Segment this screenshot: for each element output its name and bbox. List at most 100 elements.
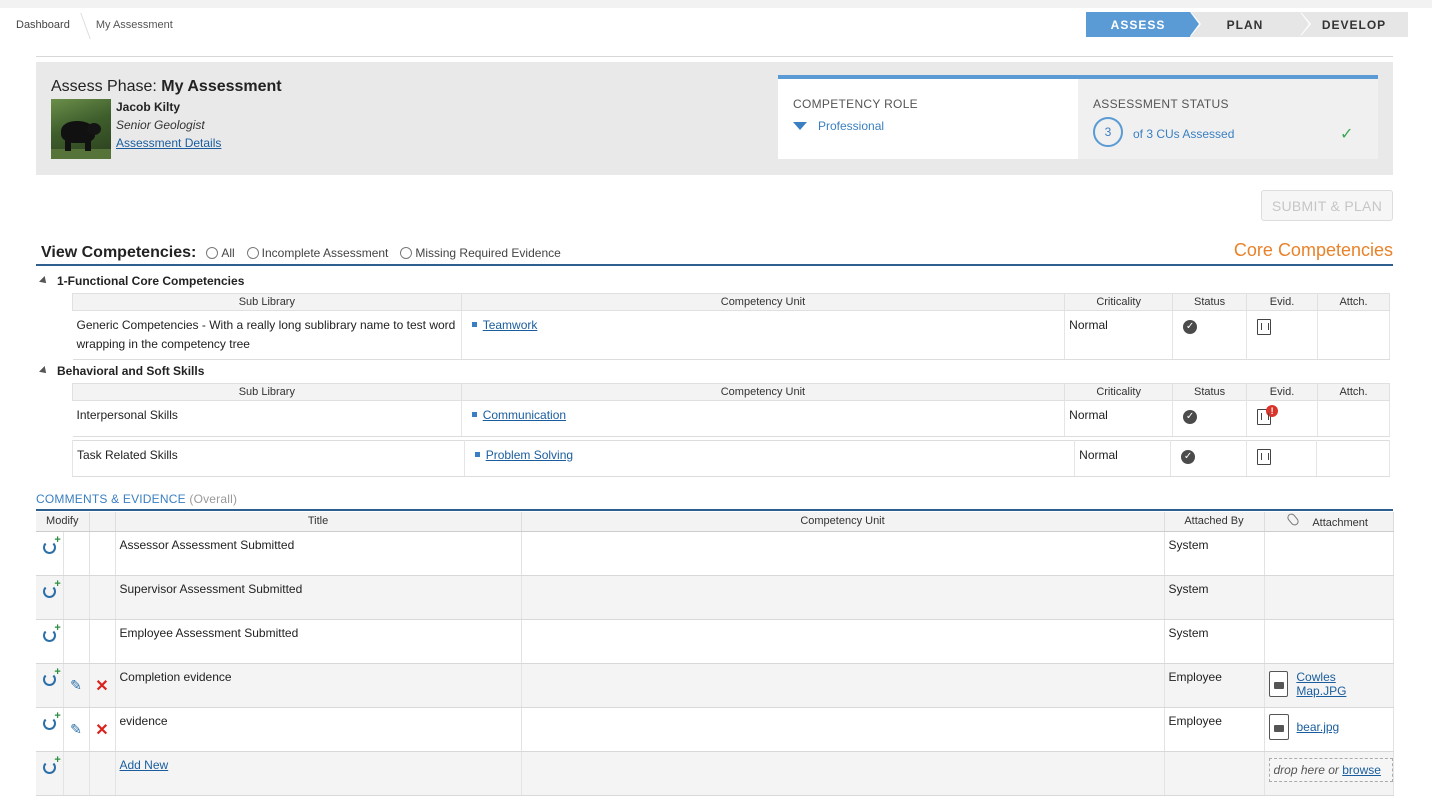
table-row: Assessor Assessment Submitted System (36, 531, 1394, 576)
sub-library-cell: Generic Competencies - With a really lon… (72, 310, 462, 360)
evid-cell[interactable]: ! (1246, 400, 1319, 437)
group-toggle-functional[interactable]: 1-Functional Core Competencies (39, 274, 244, 288)
modify-cell[interactable] (36, 575, 64, 620)
breadcrumb-dashboard[interactable]: Dashboard (8, 19, 86, 31)
col-delete (89, 512, 116, 532)
status-cell: ✓ (1172, 400, 1248, 437)
table-row: Employee Assessment Submitted System (36, 619, 1394, 664)
evidence-document-icon[interactable] (1257, 319, 1272, 335)
competency-unit-link[interactable]: Teamwork (483, 318, 538, 332)
edit-cell (63, 531, 90, 576)
group-title: Behavioral and Soft Skills (57, 364, 205, 378)
refresh-add-icon[interactable] (42, 754, 61, 774)
competency-unit-link[interactable]: Problem Solving (486, 448, 573, 462)
edit-cell[interactable]: ✎ (63, 663, 90, 708)
col-attachment: Attachment (1264, 512, 1394, 532)
check-circle-icon: ✓ (1183, 410, 1198, 424)
competency-table: Sub Library Competency Unit Criticality … (72, 293, 1390, 360)
col-evid: Evid. (1246, 293, 1319, 311)
add-new-link[interactable]: Add New (120, 758, 169, 772)
table-row: Add New drop here or browse (36, 751, 1394, 796)
assessment-header: Assess Phase: My Assessment Jacob Kilty … (36, 62, 1393, 175)
evid-cell[interactable] (1246, 310, 1319, 360)
radio-icon[interactable] (246, 247, 259, 259)
phase-plan[interactable]: PLAN (1190, 12, 1311, 37)
attachment-cell (1264, 531, 1394, 576)
modify-cell[interactable] (36, 619, 64, 664)
edit-cell (63, 619, 90, 664)
browse-link[interactable]: browse (1342, 763, 1381, 777)
attached-by-cell: System (1164, 575, 1265, 620)
attachment-link[interactable]: bear.jpg (1297, 720, 1340, 734)
delete-cell[interactable]: ✕ (89, 707, 116, 752)
evidence-missing-icon[interactable]: ! (1257, 405, 1279, 425)
view-competencies-label: View Competencies: (41, 244, 197, 261)
comments-evidence-table: Modify Title Competency Unit Attached By… (36, 512, 1394, 796)
col-title: Title (115, 512, 522, 532)
modify-cell[interactable] (36, 663, 64, 708)
competency-role-dropdown[interactable]: Professional (793, 119, 884, 133)
competency-unit-link[interactable]: Communication (483, 408, 566, 422)
attachment-link[interactable]: Cowles Map.JPG (1296, 670, 1388, 698)
view-competencies-filter: View Competencies: All Incomplete Assess… (41, 244, 573, 262)
evidence-document-icon[interactable] (1257, 449, 1272, 465)
filter-all[interactable]: All (206, 246, 235, 260)
attachment-cell: drop here or browse (1264, 751, 1394, 796)
assessment-details-link[interactable]: Assessment Details (116, 136, 221, 150)
caret-down-icon (39, 276, 49, 286)
assessment-status-label: ASSESSMENT STATUS (1093, 97, 1229, 111)
filter-missing-evidence-label: Missing Required Evidence (415, 246, 561, 260)
filter-missing-evidence[interactable]: Missing Required Evidence (400, 246, 561, 260)
title-cell: Supervisor Assessment Submitted (115, 575, 522, 620)
title-cell: Employee Assessment Submitted (115, 619, 522, 664)
table-row: ✎ ✕ Completion evidence Employee Cowles … (36, 663, 1394, 708)
breadcrumb: Dashboard My Assessment (8, 12, 189, 38)
unit-cell (521, 707, 1165, 752)
criticality-cell: Normal (1074, 440, 1172, 477)
radio-icon[interactable] (206, 247, 219, 259)
phase-develop[interactable]: DEVELOP (1300, 12, 1408, 37)
file-drop-zone[interactable]: drop here or browse (1268, 757, 1393, 782)
delete-x-icon[interactable]: ✕ (95, 720, 108, 740)
phase-develop-label: DEVELOP (1321, 17, 1387, 32)
edit-cell (63, 575, 90, 620)
refresh-add-icon[interactable] (42, 666, 61, 686)
delete-cell (89, 751, 116, 796)
col-modify: Modify (36, 512, 90, 532)
submit-plan-button[interactable]: SUBMIT & PLAN (1261, 190, 1393, 221)
person-role: Senior Geologist (116, 118, 205, 132)
phase-plan-label: PLAN (1226, 17, 1264, 32)
competency-table: Task Related Skills Problem Solving Norm… (72, 440, 1390, 477)
pencil-icon[interactable]: ✎ (70, 677, 82, 694)
modify-cell[interactable] (36, 531, 64, 576)
refresh-add-icon[interactable] (42, 534, 61, 554)
pencil-icon[interactable]: ✎ (70, 721, 82, 738)
modify-cell[interactable] (36, 707, 64, 752)
comments-title: COMMENTS & EVIDENCE (36, 492, 186, 506)
attached-by-cell: System (1164, 531, 1265, 576)
competency-role-label: COMPETENCY ROLE (793, 97, 918, 111)
refresh-add-icon[interactable] (42, 622, 61, 642)
radio-icon[interactable] (400, 247, 413, 259)
group-toggle-behavioral[interactable]: Behavioral and Soft Skills (39, 364, 205, 378)
competency-table: Sub Library Competency Unit Criticality … (72, 383, 1390, 437)
col-competency-unit: Competency Unit (460, 293, 1066, 311)
title-cell: Assessor Assessment Submitted (115, 531, 522, 576)
delete-cell[interactable]: ✕ (89, 663, 116, 708)
modify-cell[interactable] (36, 751, 64, 796)
filter-incomplete[interactable]: Incomplete Assessment (246, 246, 388, 260)
phase-assess[interactable]: ASSESS (1086, 12, 1201, 37)
delete-cell (89, 575, 116, 620)
phase-stepper: ASSESS PLAN DEVELOP (1086, 12, 1408, 37)
refresh-add-icon[interactable] (42, 710, 61, 730)
assessment-name: My Assessment (161, 78, 282, 95)
table-row: Generic Competencies - With a really lon… (72, 310, 1390, 360)
edit-cell[interactable]: ✎ (63, 707, 90, 752)
col-criticality: Criticality (1064, 383, 1174, 401)
unit-cell (521, 531, 1165, 576)
paperclip-icon (1285, 512, 1301, 528)
evid-cell[interactable] (1246, 440, 1318, 477)
delete-x-icon[interactable]: ✕ (95, 676, 108, 696)
refresh-add-icon[interactable] (42, 578, 61, 598)
col-attch: Attch. (1317, 383, 1390, 401)
